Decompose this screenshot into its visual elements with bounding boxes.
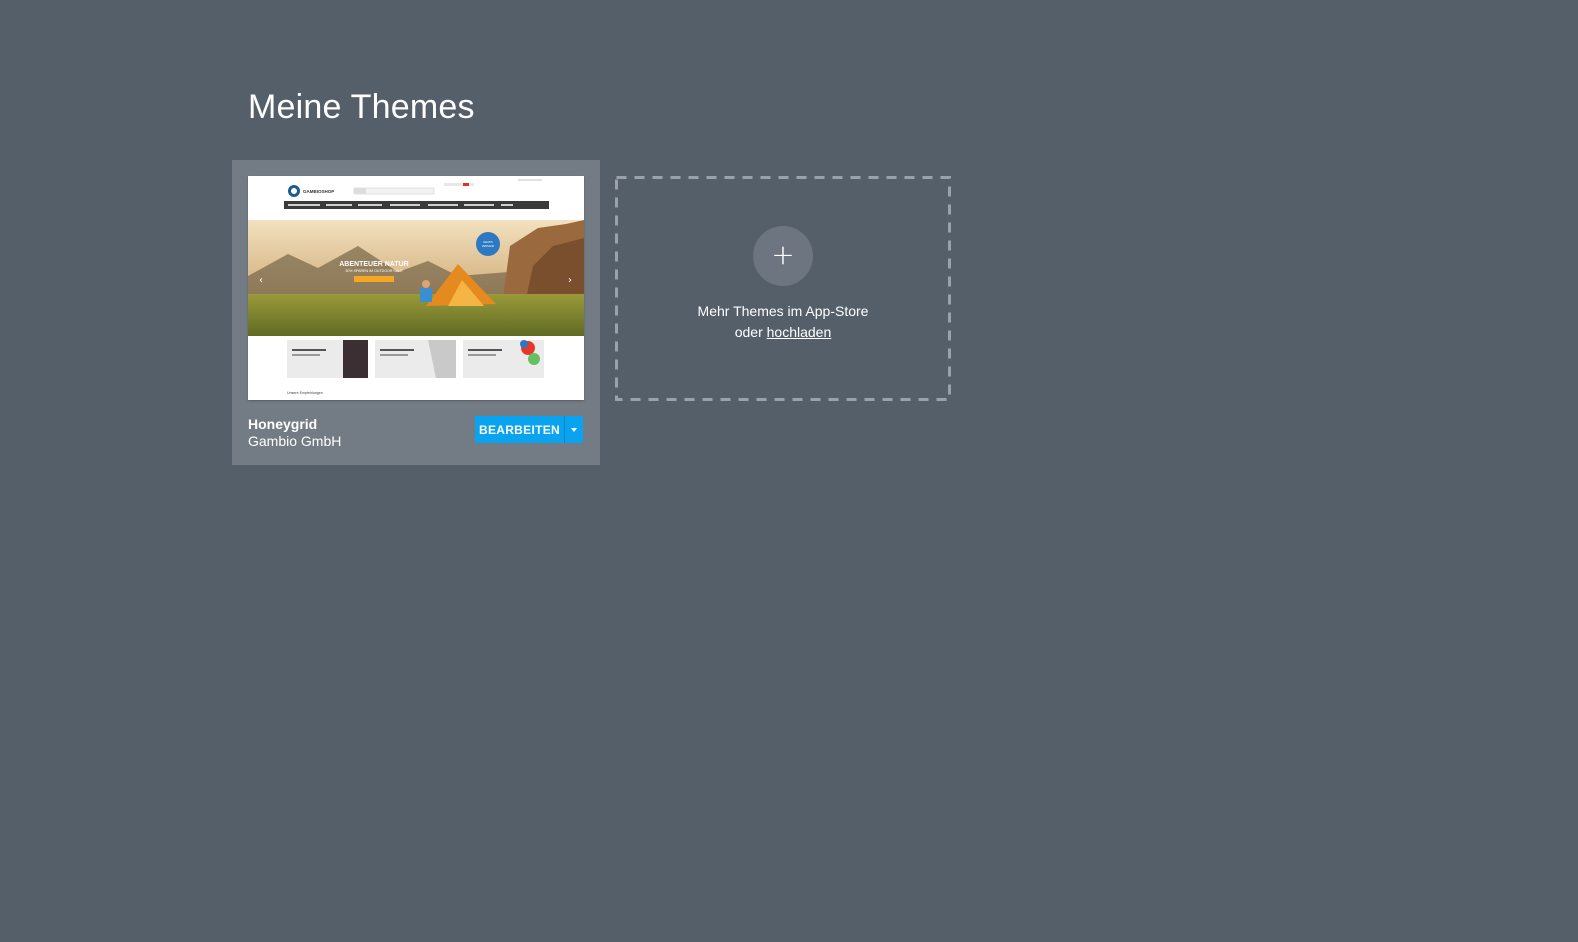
svg-text:›: › xyxy=(568,275,572,286)
edit-button-group: BEARBEITEN xyxy=(475,416,583,443)
preview-logo-text: GAMBIOSHOP xyxy=(303,189,334,194)
theme-card-honeygrid: GAMBIOSHOP GRATIS VERSAND ABENTEUER NATU… xyxy=(232,160,600,465)
app-store-text: Mehr Themes im App-Store xyxy=(697,303,869,319)
edit-button[interactable]: BEARBEITEN xyxy=(475,416,564,443)
edit-dropdown-toggle[interactable] xyxy=(564,416,583,443)
preview-section-label: Unsere Empfehlungen xyxy=(287,391,323,395)
upload-link[interactable]: hochladen xyxy=(767,324,832,340)
caret-down-icon xyxy=(571,427,577,432)
add-theme-panel: + Mehr Themes im App-Store oder hochlade… xyxy=(615,176,951,401)
svg-text:‹: ‹ xyxy=(259,275,263,286)
upload-prefix: oder xyxy=(734,324,767,340)
add-theme-text: Mehr Themes im App-Store oder hochladen xyxy=(615,301,951,343)
upload-line: oder hochladen xyxy=(615,322,951,343)
svg-text:GRATIS: GRATIS xyxy=(483,240,493,244)
plus-icon: + xyxy=(771,238,795,271)
page-title: Meine Themes xyxy=(248,88,475,126)
svg-text:VERSAND: VERSAND xyxy=(482,244,495,248)
theme-name: Honeygrid xyxy=(248,416,318,432)
preview-hero-subtitle: 30% SPAREN IM OUTDOOR SALE xyxy=(345,269,403,273)
preview-hero-title: ABENTEUER NATUR xyxy=(339,261,408,268)
dashed-border xyxy=(615,176,951,401)
add-theme-button[interactable]: + xyxy=(753,226,813,286)
theme-preview-screenshot: GAMBIOSHOP GRATIS VERSAND ABENTEUER NATU… xyxy=(248,176,584,400)
theme-author: Gambio GmbH xyxy=(248,433,342,449)
theme-preview-image[interactable]: GAMBIOSHOP GRATIS VERSAND ABENTEUER NATU… xyxy=(248,176,584,400)
